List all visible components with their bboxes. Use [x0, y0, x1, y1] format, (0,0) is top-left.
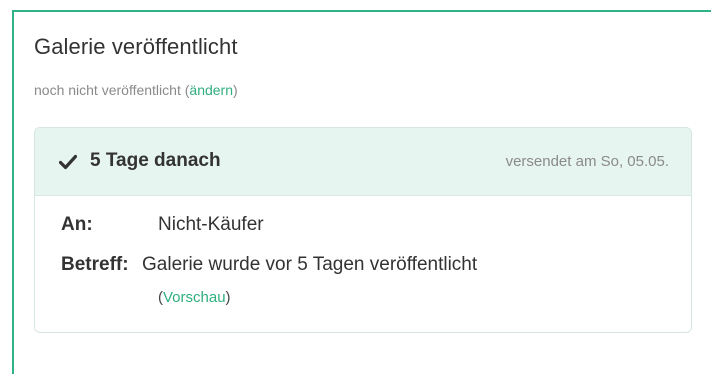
subject-label: Betreff: — [61, 254, 129, 275]
close-paren: ) — [233, 82, 238, 98]
preview-row: (Vorschau) — [158, 289, 231, 306]
publish-status-text: noch nicht veröffentlicht — [34, 82, 181, 98]
recipient-row: An: Nicht-Käufer — [61, 214, 264, 236]
gallery-published-panel: Galerie veröffentlicht noch nicht veröff… — [12, 10, 711, 374]
sent-date: versendet am So, 05.05. — [505, 153, 669, 170]
section-title: Galerie veröffentlicht — [34, 34, 238, 59]
subject-value: Galerie wurde vor 5 Tagen veröffentlicht — [142, 254, 478, 275]
email-card-title: 5 Tage danach — [90, 150, 221, 171]
change-link[interactable]: ändern — [189, 82, 233, 98]
preview-close-paren: ) — [225, 289, 231, 306]
email-card: 5 Tage danach versendet am So, 05.05. An… — [34, 127, 692, 333]
publish-status: noch nicht veröffentlicht (ändern) — [34, 82, 238, 98]
recipient-value: Nicht-Käufer — [158, 214, 264, 235]
subject-row: Betreff: Galerie wurde vor 5 Tagen veröff… — [61, 254, 477, 276]
preview-link[interactable]: Vorschau — [163, 289, 226, 306]
recipient-label: An: — [61, 214, 93, 235]
email-card-header: 5 Tage danach versendet am So, 05.05. — [35, 128, 691, 196]
check-icon — [59, 154, 77, 170]
